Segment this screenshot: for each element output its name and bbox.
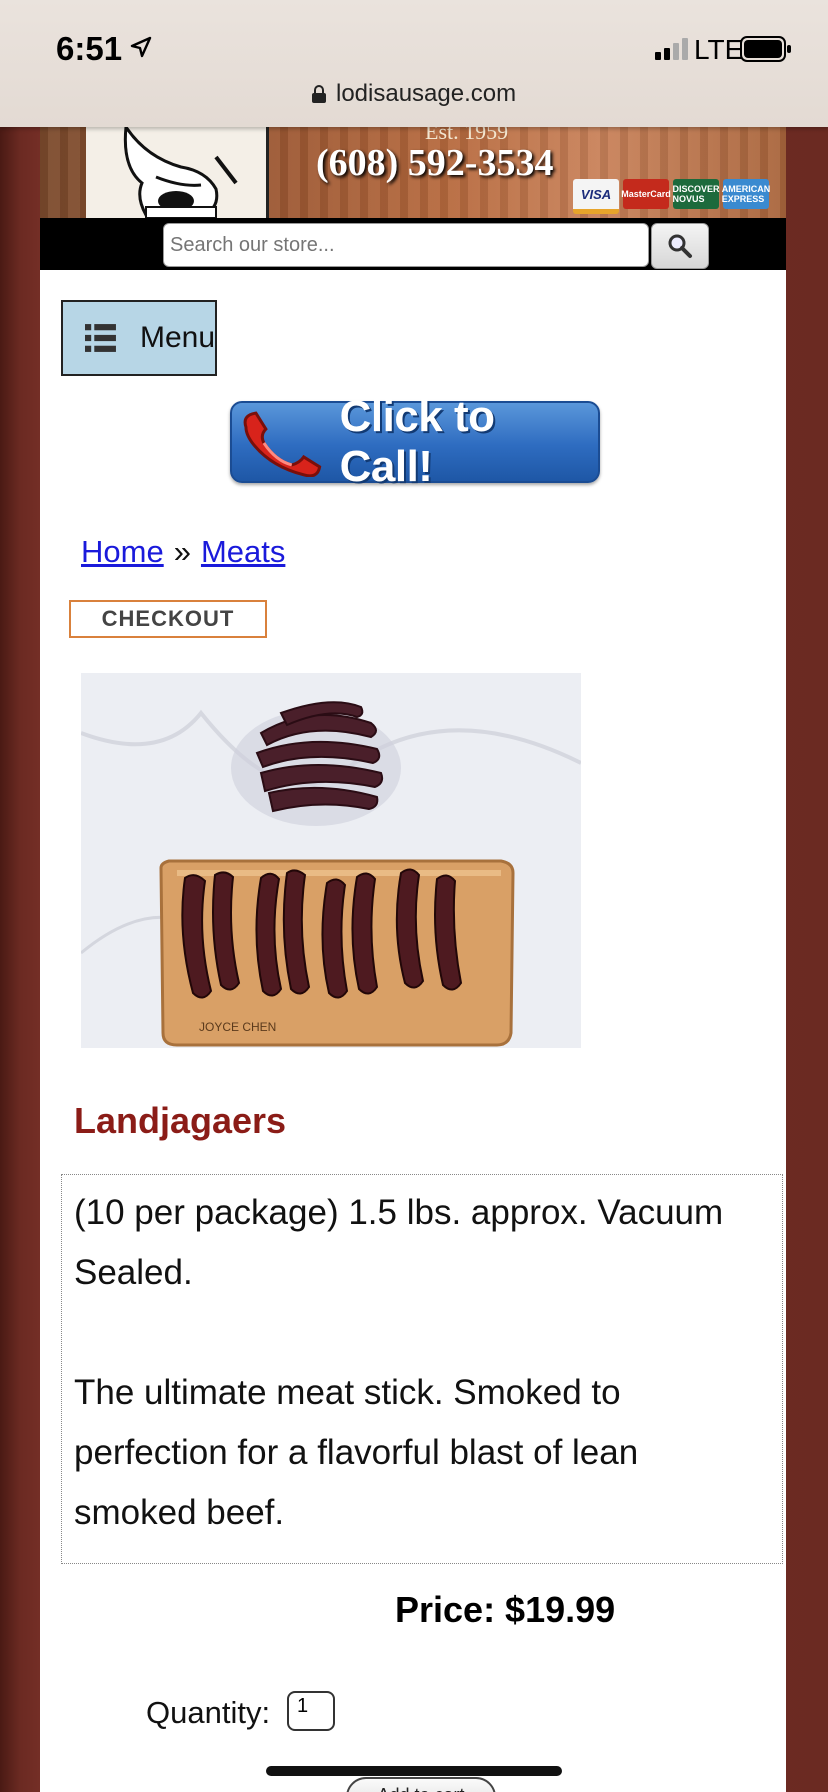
breadcrumb-meats-link[interactable]: Meats (201, 534, 285, 569)
add-to-cart-button[interactable]: Add to cart (346, 1777, 496, 1792)
description-line-2: The ultimate meat stick. Smoked to perfe… (74, 1373, 639, 1532)
breadcrumb-separator: » (173, 534, 191, 569)
search-input[interactable] (163, 223, 649, 267)
breadcrumb: Home » Meats (81, 534, 285, 570)
call-label: Click to Call! (339, 392, 495, 491)
site-banner: Est. 1959 (608) 592-3534 VISA MasterCard… (40, 127, 786, 219)
description-line-1: (10 per package) 1.5 lbs. approx. Vacuum… (74, 1193, 724, 1292)
amex-card-icon: AMERICAN EXPRESS (722, 179, 770, 209)
status-time: 6:51 (56, 30, 123, 67)
search-bar (40, 218, 786, 270)
location-arrow-icon (130, 36, 152, 58)
product-description: (10 per package) 1.5 lbs. approx. Vacuum… (61, 1174, 783, 1564)
product-image: JOYCE CHEN (81, 673, 581, 1048)
menu-button[interactable]: Menu (61, 300, 217, 376)
web-page: Est. 1959 (608) 592-3534 VISA MasterCard… (40, 127, 786, 1792)
breadcrumb-home-link[interactable]: Home (81, 534, 164, 569)
phone-number[interactable]: (608) 592-3534 (316, 141, 553, 185)
home-indicator[interactable] (266, 1766, 562, 1776)
lock-icon (312, 85, 326, 103)
checkout-button[interactable]: CHECKOUT (69, 600, 267, 638)
discover-card-icon: DISCOVER NOVUS (673, 179, 720, 209)
mastercard-icon: MasterCard (621, 179, 671, 209)
search-button[interactable] (651, 223, 709, 269)
butcher-logo (86, 127, 269, 219)
network-type: LTE (694, 34, 744, 65)
browser-chrome: 6:51 LTE lodisausage.com (0, 0, 828, 127)
product-price: Price: $19.99 (395, 1589, 616, 1630)
list-menu-icon (85, 324, 116, 352)
menu-label: Menu (139, 321, 215, 354)
visa-card-icon: VISA (573, 179, 619, 214)
payment-cards: VISA MasterCard DISCOVER NOVUS AMERICAN … (573, 179, 770, 214)
quantity-input[interactable]: 1 (287, 1691, 335, 1731)
board-text: JOYCE CHEN (199, 1020, 276, 1034)
battery-icon (740, 36, 791, 62)
url-text[interactable]: lodisausage.com (336, 80, 516, 108)
telephone-icon (243, 411, 322, 477)
click-to-call-button[interactable]: Click to Call! (230, 392, 600, 491)
cellular-signal-icon (655, 38, 688, 60)
quantity-label: Quantity: (146, 1695, 271, 1730)
search-icon (668, 234, 692, 258)
product-title: Landjagaers (74, 1100, 287, 1141)
